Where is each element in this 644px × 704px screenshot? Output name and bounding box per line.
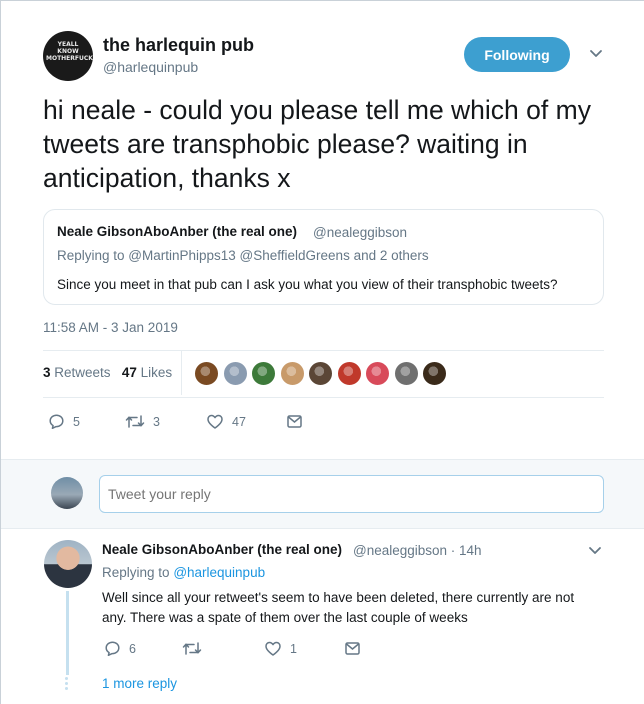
envelope-icon [287,415,302,428]
reply-author-avatar[interactable] [44,540,92,588]
stats-separator [181,351,182,395]
retweets-count: 3 [43,365,51,380]
direct-message-action[interactable] [286,413,311,430]
retweets-stat[interactable]: 3 Retweets [43,365,111,380]
tweet-text: hi neale - could you please tell me whic… [43,95,591,193]
chevron-down-icon[interactable] [586,542,604,560]
like-count: 47 [232,414,246,429]
tweet-timestamp[interactable]: 11:58 AM - 3 Jan 2019 [43,320,178,335]
retweet-count: 3 [153,414,160,429]
quoted-replying-to: Replying to @MartinPhipps13 @SheffieldGr… [57,248,429,263]
liker-avatar[interactable] [251,361,276,386]
engagement-stats: 3 Retweets 47 Likes [43,365,172,380]
reply-retweet-action[interactable] [182,640,210,657]
liker-avatar[interactable] [279,361,305,386]
reply-input[interactable] [99,475,604,513]
reply-reply-count: 6 [129,641,136,656]
likes-label: Likes [140,365,173,380]
divider [43,397,604,398]
reply-icon [105,641,120,657]
reply-reply-action[interactable]: 6 [104,640,136,657]
reply-replying-to: Replying to @harlequinpub [102,565,265,580]
reply-like-count: 1 [290,641,297,656]
thread-line [66,591,69,675]
quoted-tweet-text: Since you meet in that pub can I ask you… [57,277,558,292]
liker-avatar[interactable] [308,361,333,386]
likes-count: 47 [121,365,137,380]
like-action[interactable]: 47 [206,413,246,430]
retweets-label: Retweets [54,365,111,380]
retweet-action[interactable]: 3 [125,413,160,430]
reply-action[interactable]: 5 [48,413,80,430]
envelope-icon [345,642,360,655]
reply-meta[interactable]: @nealeggibson · 14h [353,543,482,558]
heart-icon [207,414,223,429]
chevron-down-icon[interactable] [587,45,605,63]
quoted-tweet[interactable]: Neale GibsonAboAnber (the real one) @nea… [43,209,604,305]
liker-avatar[interactable] [393,361,419,386]
divider [43,350,604,351]
more-replies-link[interactable]: 1 more reply [102,676,177,691]
likes-stat[interactable]: 47 Likes [122,365,172,380]
reply-like-action[interactable]: 1 [264,640,297,657]
thread-dots [65,677,69,692]
author-handle[interactable]: @harlequinpub [103,59,198,75]
reply-dm-action[interactable] [344,640,369,657]
liker-avatar[interactable] [222,361,248,386]
following-button[interactable]: Following [464,37,570,72]
author-name[interactable]: the harlequin pub [103,35,254,56]
liker-avatar[interactable] [422,361,447,386]
current-user-avatar [51,477,83,509]
reply-text: Well since all your retweet's seem to ha… [102,590,575,625]
retweet-icon [125,415,145,428]
liker-avatar[interactable] [365,361,390,386]
liker-avatar[interactable] [336,361,362,386]
quoted-author-handle: @nealeggibson [313,225,408,240]
quoted-author-name: Neale GibsonAboAnber (the real one) [57,224,298,239]
reply-author-name[interactable]: Neale GibsonAboAnber (the real one) [102,542,342,557]
replying-handle-link[interactable]: @harlequinpub [173,565,265,580]
liker-avatar[interactable] [194,361,219,386]
replying-prefix: Replying to [102,565,170,580]
retweet-icon [182,642,202,655]
reply-count: 5 [73,414,80,429]
heart-icon [265,641,281,656]
reply-icon [49,414,64,430]
author-avatar[interactable]: YEALL KNOW MOTHERFUCKER [43,31,93,81]
avatar-text: YEALL KNOW MOTHERFUCKER [46,41,93,62]
tweet-permalink: YEALL KNOW MOTHERFUCKER the harlequin pu… [0,0,644,704]
